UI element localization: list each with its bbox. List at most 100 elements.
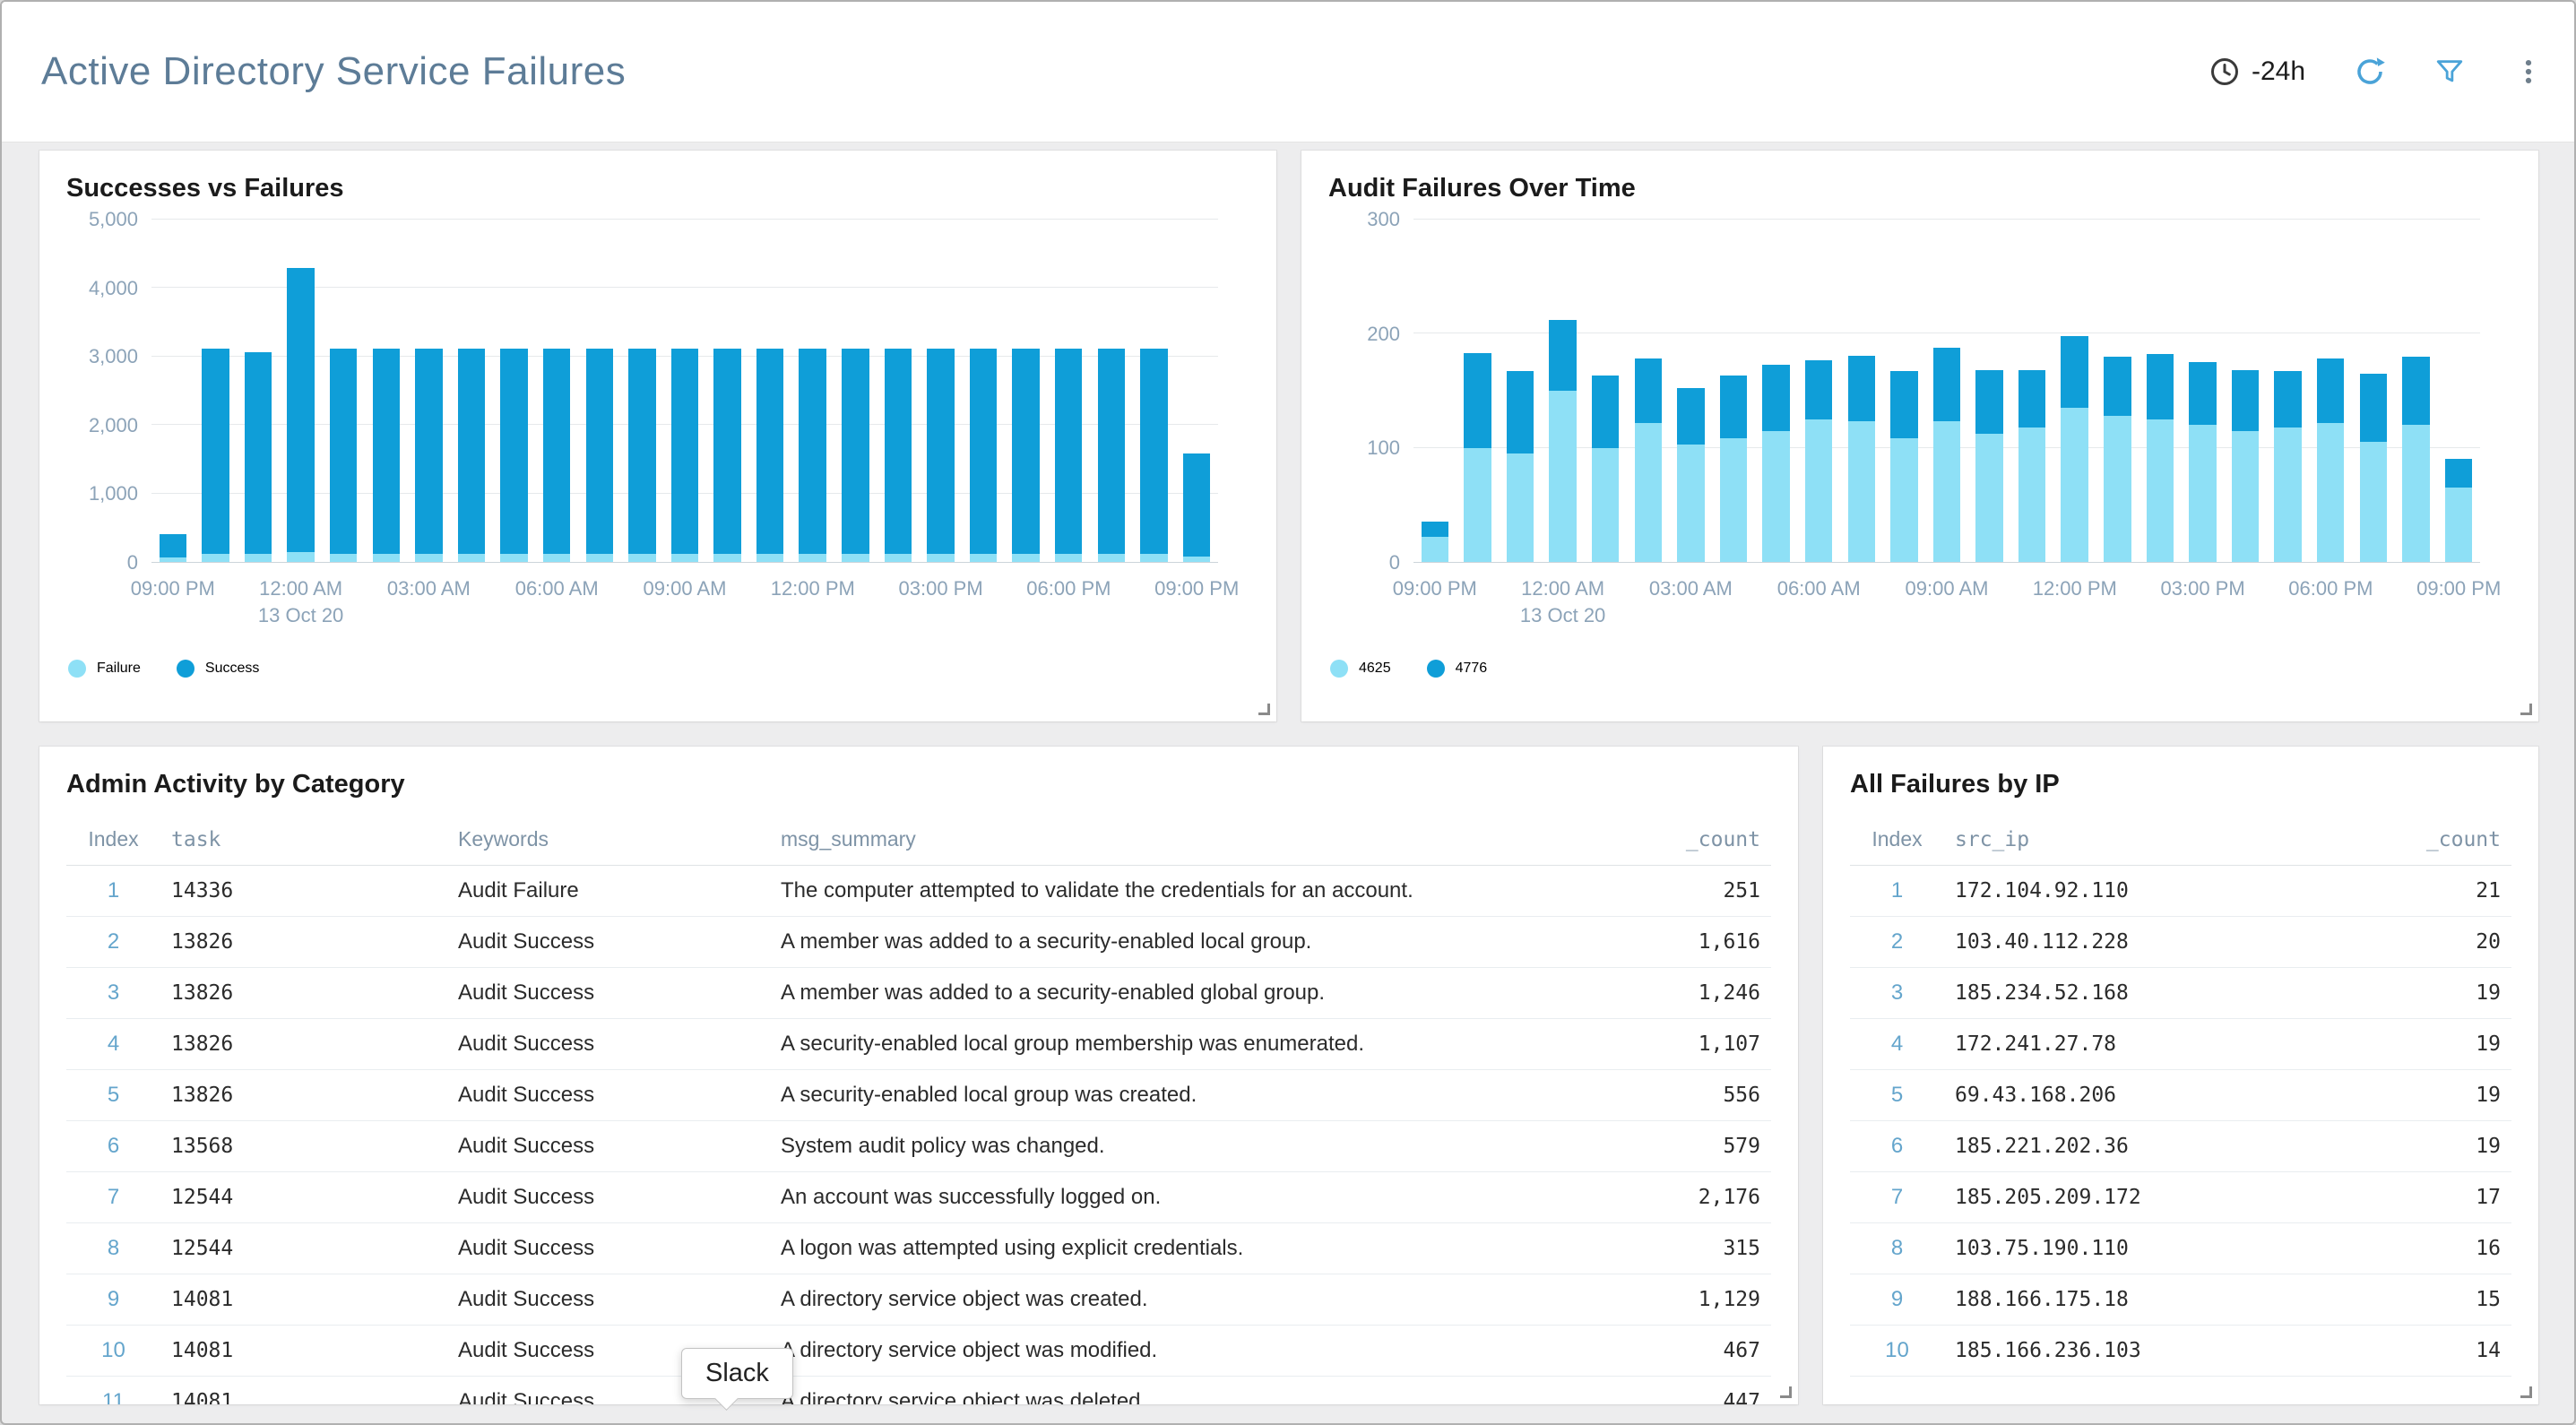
- bar-segment-success[interactable]: [458, 349, 485, 553]
- bar-segment-4776[interactable]: [1890, 371, 1917, 438]
- bar-segment-4776[interactable]: [2061, 336, 2088, 408]
- bar-segment-failure[interactable]: [1098, 554, 1125, 562]
- table-row[interactable]: 712544Audit SuccessAn account was succes…: [66, 1172, 1771, 1223]
- column-header-src_ip[interactable]: src_ip: [1944, 814, 2377, 866]
- table-row[interactable]: 6185.221.202.3619: [1850, 1121, 2511, 1172]
- refresh-button[interactable]: [2354, 56, 2386, 88]
- table-row[interactable]: 213826Audit SuccessA member was added to…: [66, 917, 1771, 968]
- legend-item-4625[interactable]: 4625: [1330, 660, 1391, 678]
- panel-resize-handle[interactable]: [1258, 704, 1270, 715]
- column-header-keywords[interactable]: Keywords: [447, 814, 770, 866]
- bar-segment-failure[interactable]: [500, 554, 527, 562]
- bar-segment-4625[interactable]: [2104, 416, 2131, 562]
- bar-segment-success[interactable]: [756, 349, 783, 553]
- bar-segment-4625[interactable]: [1464, 448, 1491, 562]
- bar-segment-4776[interactable]: [2445, 459, 2472, 488]
- bar-segment-success[interactable]: [415, 349, 442, 553]
- table-row[interactable]: 413826Audit SuccessA security-enabled lo…: [66, 1019, 1771, 1070]
- column-header-index[interactable]: Index: [1850, 814, 1944, 866]
- bar-segment-4625[interactable]: [2061, 408, 2088, 562]
- bar-segment-4776[interactable]: [2274, 371, 2301, 427]
- bar-segment-4625[interactable]: [2274, 428, 2301, 562]
- kebab-menu-button[interactable]: [2513, 56, 2544, 87]
- bar-segment-failure[interactable]: [842, 554, 869, 562]
- bar-segment-success[interactable]: [842, 349, 869, 553]
- bar-segment-4776[interactable]: [2360, 374, 2387, 442]
- bar-segment-4625[interactable]: [2402, 425, 2429, 562]
- bar-segment-failure[interactable]: [415, 554, 442, 562]
- table-row[interactable]: 1114081Audit SuccessA directory service …: [66, 1377, 1771, 1405]
- table-row[interactable]: 2103.40.112.22820: [1850, 917, 2511, 968]
- bar-segment-failure[interactable]: [799, 554, 826, 562]
- bar-segment-4776[interactable]: [1464, 353, 1491, 448]
- bar-segment-failure[interactable]: [671, 554, 698, 562]
- bar-segment-4625[interactable]: [2317, 423, 2344, 562]
- bar-segment-4776[interactable]: [2147, 354, 2174, 419]
- table-row[interactable]: 4172.241.27.7819: [1850, 1019, 2511, 1070]
- legend-item-failure[interactable]: Failure: [68, 660, 141, 678]
- bar-segment-success[interactable]: [500, 349, 527, 553]
- bar-segment-success[interactable]: [885, 349, 912, 553]
- bar-segment-failure[interactable]: [927, 554, 954, 562]
- bar-segment-failure[interactable]: [245, 554, 272, 562]
- bar-segment-failure[interactable]: [1183, 557, 1210, 562]
- bar-segment-failure[interactable]: [713, 554, 740, 562]
- bar-segment-4625[interactable]: [1507, 453, 1534, 562]
- column-header-_count[interactable]: _count: [2377, 814, 2511, 866]
- bar-segment-4776[interactable]: [1933, 348, 1960, 422]
- bar-segment-4776[interactable]: [2104, 357, 2131, 416]
- bar-segment-4625[interactable]: [1592, 448, 1619, 562]
- bar-segment-4776[interactable]: [1805, 360, 1832, 419]
- table-row[interactable]: 3185.234.52.16819: [1850, 968, 2511, 1019]
- bar-segment-4776[interactable]: [1975, 370, 2002, 434]
- bar-segment-success[interactable]: [671, 349, 698, 553]
- bar-segment-4625[interactable]: [2360, 442, 2387, 562]
- bar-segment-failure[interactable]: [586, 554, 613, 562]
- bar-segment-4625[interactable]: [1677, 445, 1704, 562]
- bar-segment-4625[interactable]: [2232, 431, 2259, 562]
- bar-segment-4776[interactable]: [1762, 365, 1789, 431]
- bar-segment-success[interactable]: [373, 349, 400, 553]
- bar-segment-success[interactable]: [330, 349, 357, 553]
- table-row[interactable]: 8103.75.190.11016: [1850, 1223, 2511, 1274]
- bar-segment-success[interactable]: [287, 268, 314, 551]
- table-row[interactable]: 313826Audit SuccessA member was added to…: [66, 968, 1771, 1019]
- bar-segment-failure[interactable]: [287, 552, 314, 562]
- column-header-index[interactable]: Index: [66, 814, 160, 866]
- bar-segment-4776[interactable]: [1422, 522, 1448, 537]
- table-row[interactable]: 1014081Audit SuccessA directory service …: [66, 1326, 1771, 1377]
- bar-segment-4625[interactable]: [1975, 434, 2002, 562]
- bar-segment-failure[interactable]: [970, 554, 997, 562]
- bar-segment-4625[interactable]: [1720, 438, 1747, 562]
- bar-segment-4625[interactable]: [1549, 391, 1576, 562]
- bar-segment-failure[interactable]: [1140, 554, 1167, 562]
- bar-segment-4625[interactable]: [1805, 419, 1832, 562]
- bar-segment-4776[interactable]: [1720, 376, 1747, 438]
- bar-segment-4625[interactable]: [1762, 431, 1789, 562]
- bar-segment-4776[interactable]: [1848, 356, 1875, 422]
- bar-segment-success[interactable]: [245, 352, 272, 554]
- bar-segment-4625[interactable]: [1933, 421, 1960, 562]
- bar-segment-4625[interactable]: [2018, 428, 2045, 562]
- panel-resize-handle[interactable]: [2520, 704, 2532, 715]
- bar-segment-success[interactable]: [1140, 349, 1167, 553]
- bar-segment-failure[interactable]: [160, 557, 186, 562]
- bar-segment-4625[interactable]: [1422, 537, 1448, 562]
- bar-segment-4625[interactable]: [1635, 423, 1662, 562]
- bar-segment-4625[interactable]: [2189, 425, 2216, 562]
- table-row[interactable]: 513826Audit SuccessA security-enabled lo…: [66, 1070, 1771, 1121]
- time-range-button[interactable]: -24h: [2209, 56, 2305, 88]
- table-row[interactable]: 7185.205.209.17217: [1850, 1172, 2511, 1223]
- bar-segment-failure[interactable]: [543, 554, 570, 562]
- bar-segment-4776[interactable]: [2402, 357, 2429, 425]
- bar-segment-success[interactable]: [927, 349, 954, 553]
- table-row[interactable]: 9188.166.175.1815: [1850, 1274, 2511, 1326]
- filter-button[interactable]: [2434, 56, 2465, 87]
- bar-segment-success[interactable]: [628, 349, 655, 553]
- legend-item-success[interactable]: Success: [177, 660, 259, 678]
- bar-segment-4776[interactable]: [2317, 358, 2344, 422]
- bar-segment-success[interactable]: [160, 534, 186, 557]
- table-row[interactable]: 114336Audit FailureThe computer attempte…: [66, 866, 1771, 917]
- bar-segment-success[interactable]: [586, 349, 613, 553]
- table-row[interactable]: 613568Audit SuccessSystem audit policy w…: [66, 1121, 1771, 1172]
